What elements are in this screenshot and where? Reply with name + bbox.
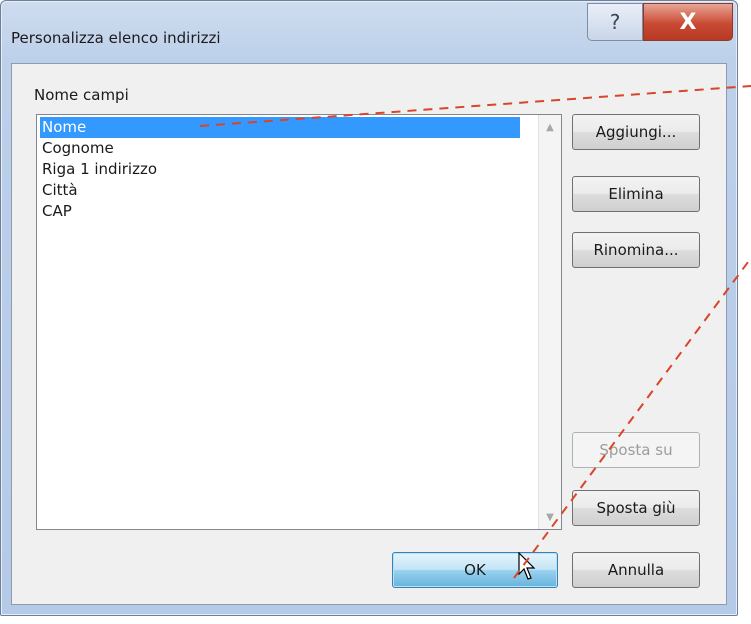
help-icon: ? (609, 10, 621, 34)
rename-button[interactable]: Rinomina... (572, 232, 700, 268)
list-item-cap[interactable]: CAP (40, 201, 72, 222)
add-button[interactable]: Aggiungi... (572, 114, 700, 150)
dialog-window: Personalizza elenco indirizzi ? X Nome c… (0, 0, 738, 616)
help-button[interactable]: ? (587, 3, 643, 41)
list-scrollbar[interactable]: ▲ ▼ (538, 115, 561, 529)
list-item-cognome[interactable]: Cognome (40, 138, 114, 159)
move-up-button[interactable]: Sposta su (572, 432, 700, 468)
scroll-down-arrow-icon[interactable]: ▼ (539, 507, 561, 527)
list-item-nome[interactable]: Nome (40, 117, 520, 138)
title-bar: Personalizza elenco indirizzi ? X (1, 1, 737, 63)
close-icon: X (679, 9, 697, 35)
list-item-citta[interactable]: Città (40, 180, 78, 201)
scroll-up-arrow-icon[interactable]: ▲ (539, 117, 561, 137)
mouse-pointer-icon (518, 552, 536, 580)
list-item-riga-1-indirizzo[interactable]: Riga 1 indirizzo (40, 159, 157, 180)
close-button[interactable]: X (643, 3, 733, 41)
move-down-button[interactable]: Sposta giù (572, 490, 700, 526)
cancel-button[interactable]: Annulla (572, 552, 700, 588)
field-names-label: Nome campi (34, 86, 129, 104)
dialog-body: Nome campi Nome Cognome Riga 1 indirizzo… (11, 63, 727, 605)
field-names-listbox[interactable]: Nome Cognome Riga 1 indirizzo Città CAP … (36, 114, 562, 530)
dialog-title: Personalizza elenco indirizzi (11, 29, 221, 47)
delete-button[interactable]: Elimina (572, 176, 700, 212)
